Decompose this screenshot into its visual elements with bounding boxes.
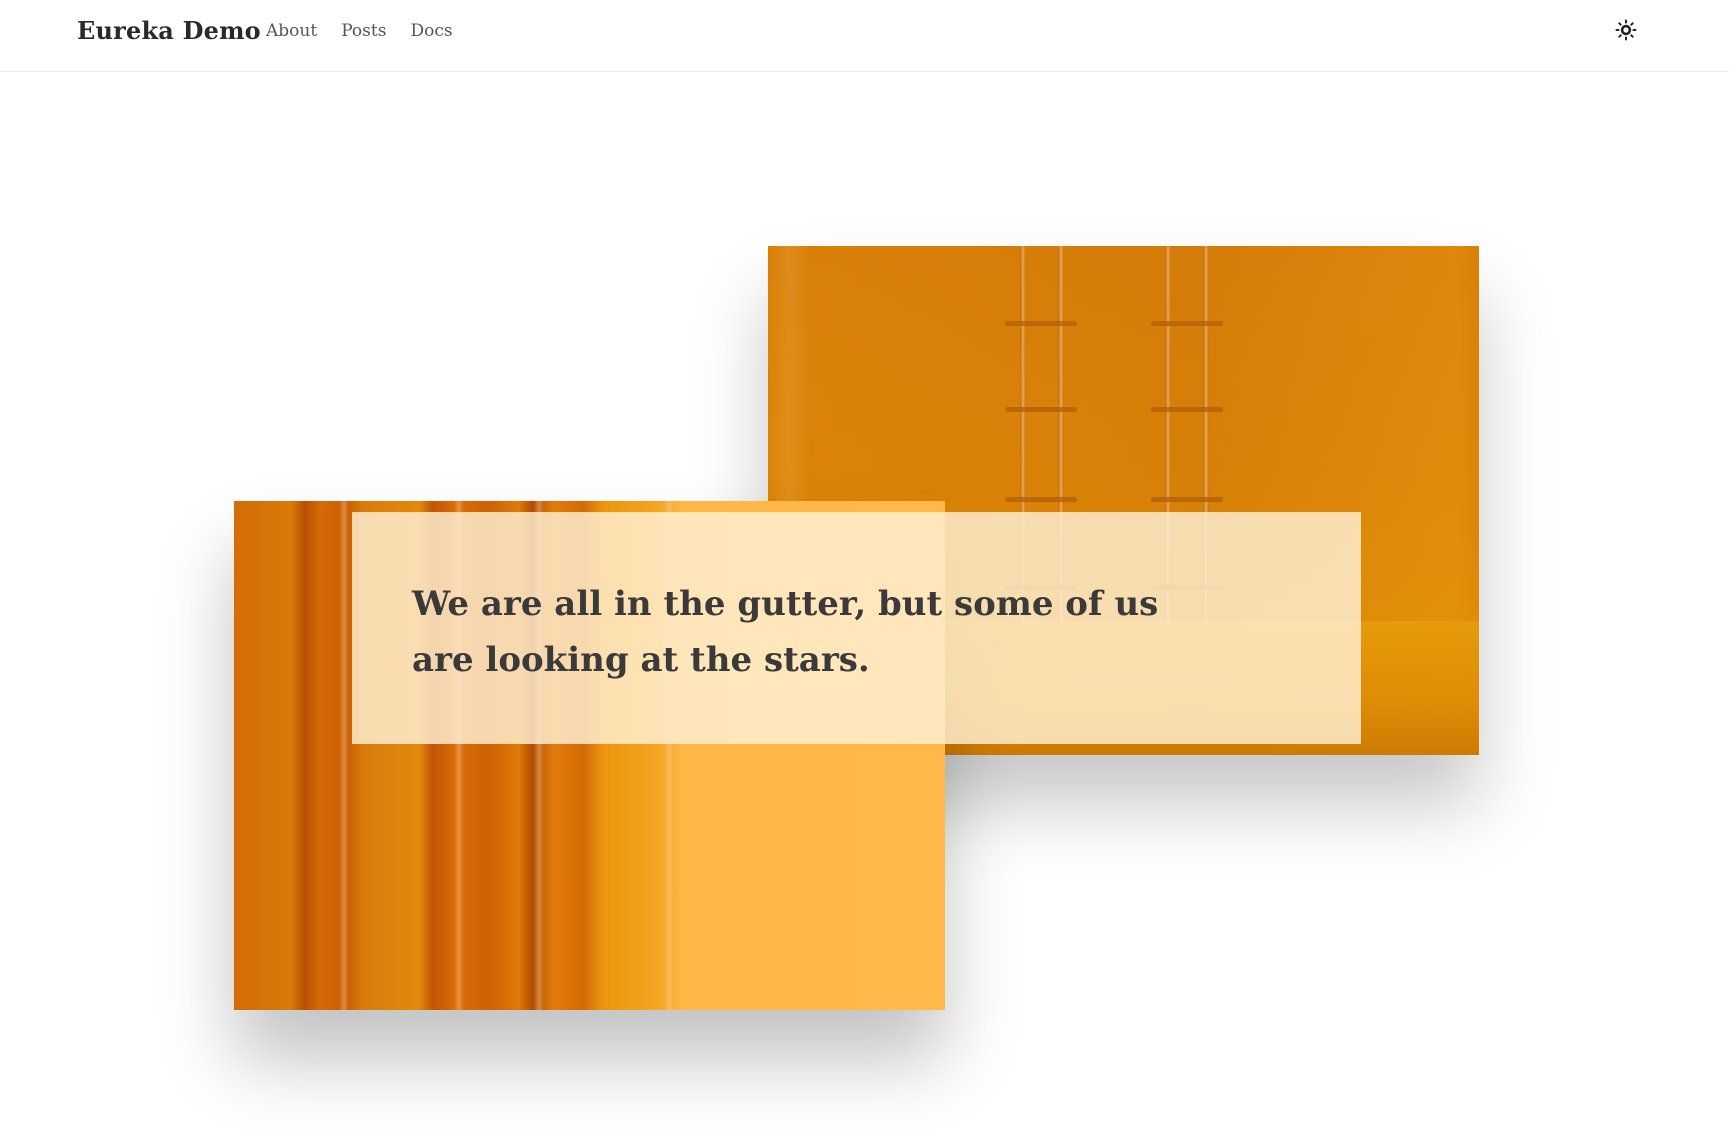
- theme-toggle-button[interactable]: [1615, 19, 1637, 41]
- hero-quote: We are all in the gutter, but some of us…: [412, 584, 1159, 680]
- page: Eureka Demo About Posts Docs We are all …: [0, 0, 1729, 1147]
- hero-quote-box: We are all in the gutter, but some of us…: [352, 512, 1361, 744]
- nav-link-posts[interactable]: Posts: [341, 20, 386, 42]
- main-nav: About Posts Docs: [266, 20, 453, 42]
- site-header: Eureka Demo About Posts Docs: [0, 0, 1729, 72]
- brand-link[interactable]: Eureka Demo: [77, 16, 261, 46]
- nav-link-about[interactable]: About: [266, 20, 317, 42]
- nav-link-docs[interactable]: Docs: [410, 20, 452, 42]
- sun-icon: [1615, 19, 1637, 41]
